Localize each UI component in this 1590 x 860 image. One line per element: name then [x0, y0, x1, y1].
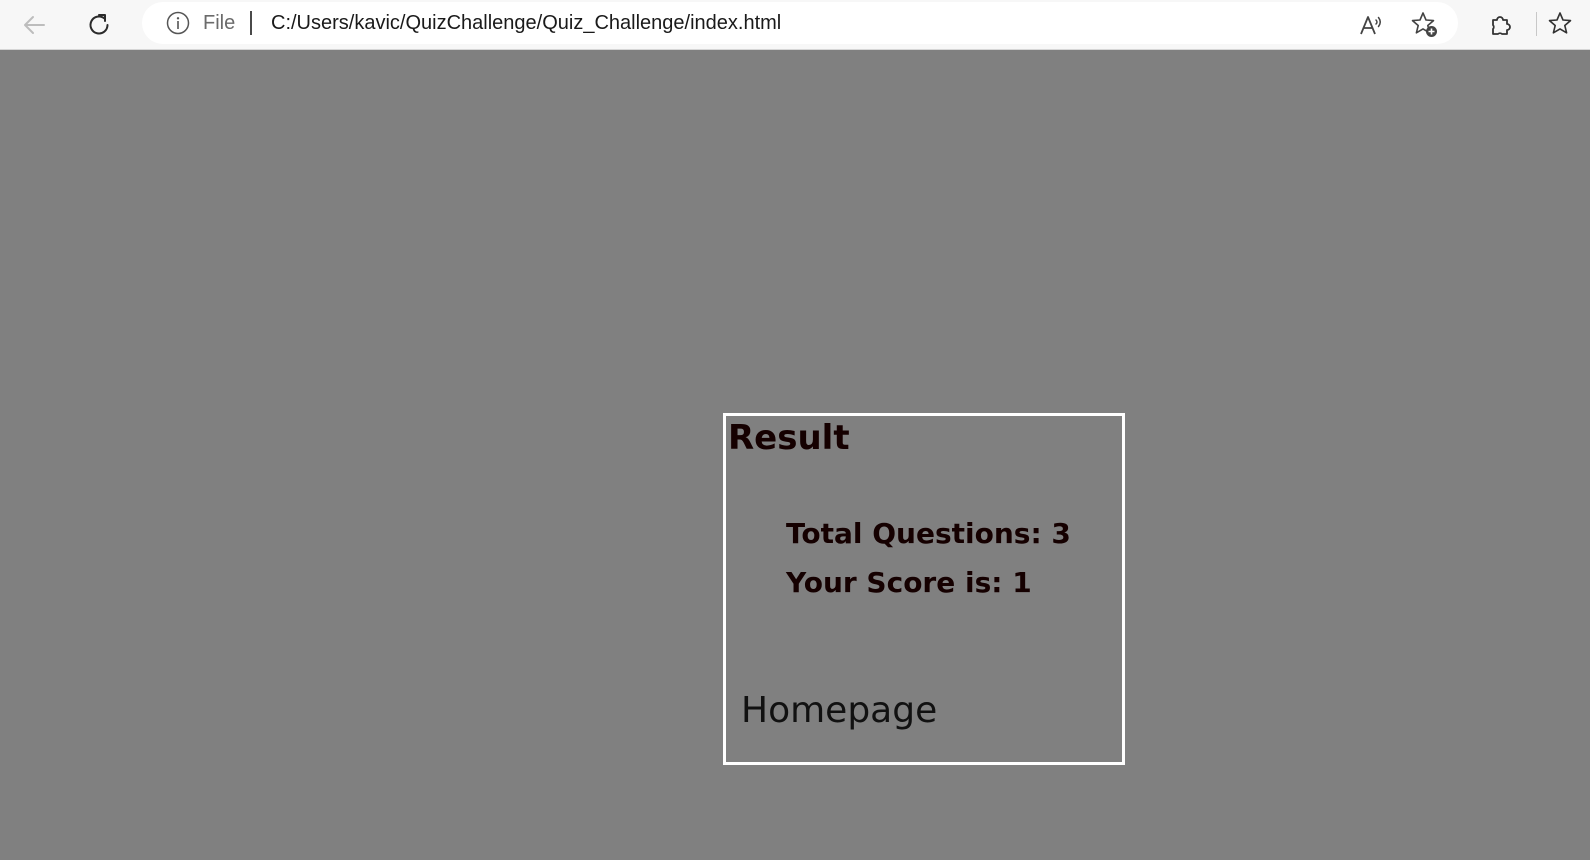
- result-card: Result Total Questions: 3 Your Score is:…: [723, 413, 1125, 765]
- extensions-button[interactable]: [1482, 6, 1520, 44]
- favorites-button[interactable]: [1547, 6, 1590, 44]
- star-plus-icon: [1411, 12, 1437, 37]
- add-favorite-button[interactable]: [1406, 6, 1444, 44]
- address-separator: [250, 11, 252, 35]
- total-questions-text: Total Questions: 3: [786, 517, 1071, 550]
- reload-button[interactable]: [80, 6, 118, 44]
- star-list-icon: [1548, 12, 1572, 34]
- info-icon[interactable]: [166, 11, 190, 35]
- back-button[interactable]: [15, 6, 53, 44]
- puzzle-icon: [1492, 16, 1511, 35]
- reload-icon: [89, 14, 109, 35]
- browser-toolbar: File C:/Users/kavic/QuizChallenge/Quiz_C…: [0, 0, 1590, 50]
- scheme-label: File: [203, 12, 236, 34]
- your-score-text: Your Score is: 1: [786, 566, 1032, 599]
- result-title: Result: [728, 418, 850, 458]
- read-aloud-button[interactable]: [1352, 6, 1390, 44]
- address-bar[interactable]: File C:/Users/kavic/QuizChallenge/Quiz_C…: [142, 2, 1458, 44]
- arrow-left-icon: [24, 16, 45, 34]
- read-aloud-icon: [1360, 16, 1381, 35]
- toolbar-divider: [1536, 12, 1537, 36]
- url-text[interactable]: C:/Users/kavic/QuizChallenge/Quiz_Challe…: [271, 12, 781, 34]
- homepage-link[interactable]: Homepage: [741, 690, 937, 732]
